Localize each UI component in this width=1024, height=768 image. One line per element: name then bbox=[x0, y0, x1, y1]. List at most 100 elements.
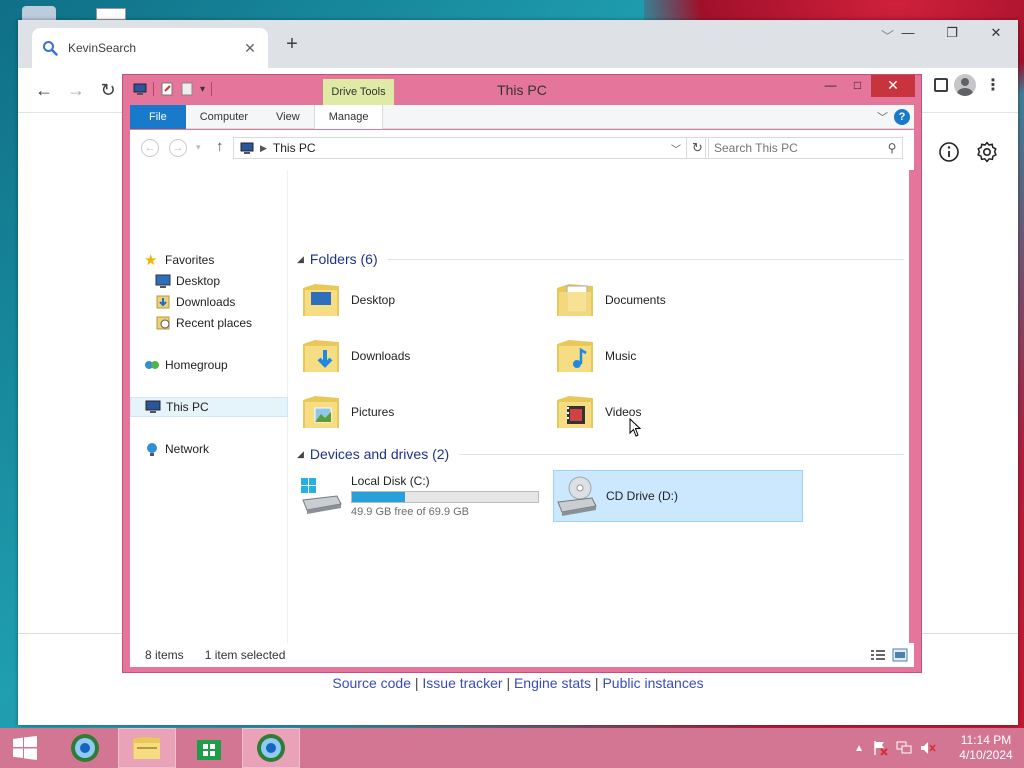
minimize-button[interactable]: — bbox=[886, 20, 930, 48]
details-view-icon[interactable] bbox=[870, 648, 886, 662]
browser-globe-icon bbox=[71, 734, 99, 762]
drive-usage-bar bbox=[351, 491, 539, 503]
explorer-minimize-button[interactable]: — bbox=[817, 75, 844, 97]
breadcrumb-arrow-icon[interactable]: ▶ bbox=[260, 143, 267, 154]
forward-arrow-icon[interactable]: → bbox=[60, 74, 92, 106]
action-center-flag-icon[interactable] bbox=[872, 740, 888, 756]
drive-free-space: 49.9 GB free of 69.9 GB bbox=[351, 506, 470, 518]
tab-close-icon[interactable]: ✕ bbox=[242, 40, 258, 57]
expand-ribbon-chevron-icon[interactable]: ﹀ bbox=[877, 109, 888, 125]
nav-item-this-pc[interactable]: This PC bbox=[130, 397, 288, 417]
folder-downloads[interactable]: Downloads bbox=[299, 330, 549, 382]
nav-item-desktop[interactable]: Desktop bbox=[130, 271, 288, 291]
star-icon: ★ bbox=[144, 252, 158, 269]
nav-item-favorites[interactable]: ★ Favorites bbox=[130, 250, 288, 270]
folder-desktop[interactable]: Desktop bbox=[299, 274, 549, 326]
folder-pictures[interactable]: Pictures bbox=[299, 386, 549, 438]
nav-item-homegroup[interactable]: Homegroup bbox=[130, 355, 288, 375]
desktop-folder-icon bbox=[303, 284, 339, 316]
help-icon[interactable]: ? bbox=[894, 108, 910, 125]
folders-group-header[interactable]: ◢ Folders (6) bbox=[288, 249, 904, 269]
tab-file[interactable]: File bbox=[130, 104, 186, 129]
tab-computer[interactable]: Computer bbox=[186, 105, 262, 129]
content-pane: ◢ Folders (6) Desktop Documents Download… bbox=[288, 170, 909, 643]
footer-link-public-instances[interactable]: Public instances bbox=[602, 675, 703, 691]
large-icons-view-icon[interactable] bbox=[892, 648, 908, 662]
explorer-close-button[interactable]: ✕ bbox=[871, 75, 915, 97]
nav-label: Desktop bbox=[176, 274, 221, 288]
clock-time: 11:14 PM bbox=[960, 733, 1012, 747]
folder-music[interactable]: Music bbox=[553, 330, 803, 382]
windows-logo-icon bbox=[13, 736, 37, 760]
browser-globe-icon bbox=[257, 734, 285, 762]
show-hidden-icons-chevron-icon[interactable]: ▲ bbox=[854, 743, 864, 754]
footer-link-issue-tracker[interactable]: Issue tracker bbox=[422, 675, 502, 691]
taskbar-store-app[interactable] bbox=[180, 728, 238, 768]
footer-separator: | bbox=[414, 675, 419, 691]
reload-icon[interactable]: ↻ bbox=[92, 74, 124, 106]
back-arrow-icon[interactable]: ← bbox=[28, 74, 60, 106]
nav-item-recent-places[interactable]: Recent places bbox=[130, 313, 288, 333]
taskbar-clock[interactable]: 11:14 PM 4/10/2024 bbox=[956, 733, 1016, 763]
status-selection: 1 item selected bbox=[204, 648, 286, 662]
folder-videos[interactable]: Videos bbox=[553, 386, 803, 438]
browser-tab[interactable]: KevinSearch ✕ bbox=[32, 28, 268, 68]
navigation-pane: ★ Favorites Desktop Downloads Recent pla… bbox=[130, 170, 288, 643]
desktop-file-icon[interactable] bbox=[96, 8, 126, 20]
explorer-maximize-button[interactable]: □ bbox=[844, 75, 871, 97]
desktop-icon bbox=[155, 274, 171, 288]
back-button[interactable]: ← bbox=[141, 139, 159, 157]
footer-links: Source code | Issue tracker | Engine sta… bbox=[18, 675, 1018, 691]
new-tab-button[interactable]: + bbox=[280, 33, 304, 56]
search-input[interactable] bbox=[714, 141, 882, 155]
collapse-triangle-icon[interactable]: ◢ bbox=[297, 254, 304, 265]
profile-avatar[interactable] bbox=[954, 74, 976, 96]
up-arrow-icon[interactable]: ↑ bbox=[216, 138, 224, 155]
maximize-button[interactable]: ❐ bbox=[930, 20, 974, 48]
forward-button[interactable]: → bbox=[169, 139, 187, 157]
recycle-bin-icon[interactable] bbox=[22, 6, 56, 20]
folder-documents[interactable]: Documents bbox=[553, 274, 803, 326]
address-bar[interactable]: ▶ This PC ﹀ bbox=[233, 137, 687, 159]
devices-group-header[interactable]: ◢ Devices and drives (2) bbox=[288, 444, 904, 464]
store-bag-icon bbox=[197, 740, 221, 760]
footer-link-engine-stats[interactable]: Engine stats bbox=[514, 675, 591, 691]
nav-item-network[interactable]: Network bbox=[130, 439, 288, 459]
volume-muted-icon[interactable] bbox=[920, 740, 936, 756]
file-explorer-window: ▾ Drive Tools This PC — □ ✕ File Compute… bbox=[122, 74, 922, 673]
footer-link-source-code[interactable]: Source code bbox=[332, 675, 411, 691]
address-bar-row: ← → ▾ ↑ ▶ This PC ﹀ ↻ ⚲ bbox=[130, 130, 914, 170]
drive-local-disk-c[interactable]: Local Disk (C:) 49.9 GB free of 69.9 GB bbox=[299, 470, 549, 522]
drive-cd-d[interactable]: CD Drive (D:) bbox=[553, 470, 803, 522]
nav-label: Downloads bbox=[176, 295, 236, 309]
info-icon[interactable] bbox=[938, 141, 960, 163]
settings-gear-icon[interactable] bbox=[976, 141, 998, 163]
taskbar-browser-app[interactable] bbox=[56, 728, 114, 768]
this-pc-icon bbox=[240, 142, 254, 154]
folder-name: Videos bbox=[605, 405, 642, 419]
taskbar-browser-app-active[interactable] bbox=[242, 728, 300, 768]
recent-locations-chevron-icon[interactable]: ▾ bbox=[196, 142, 201, 153]
network-status-icon[interactable] bbox=[896, 740, 912, 756]
magnifier-icon[interactable]: ⚲ bbox=[882, 141, 902, 155]
tab-manage[interactable]: Manage bbox=[313, 104, 384, 129]
footer-separator: | bbox=[506, 675, 511, 691]
nav-label: Favorites bbox=[165, 253, 215, 267]
mouse-cursor-icon bbox=[629, 418, 642, 437]
cd-drive-icon bbox=[557, 476, 597, 516]
drive-name: Local Disk (C:) bbox=[351, 474, 430, 488]
close-button[interactable]: ✕ bbox=[974, 20, 1018, 48]
menu-kebab-icon[interactable]: ⋮ bbox=[982, 75, 1004, 95]
explorer-window-controls: — □ ✕ bbox=[817, 75, 915, 97]
collapse-triangle-icon[interactable]: ◢ bbox=[297, 449, 304, 460]
footer-separator: | bbox=[594, 675, 599, 691]
address-dropdown-chevron-icon[interactable]: ﹀ bbox=[666, 141, 686, 156]
nav-item-downloads[interactable]: Downloads bbox=[130, 292, 288, 312]
tab-view[interactable]: View bbox=[262, 105, 314, 129]
taskbar-file-explorer-app[interactable] bbox=[118, 728, 176, 768]
status-item-count: 8 items bbox=[145, 648, 184, 662]
folder-name: Documents bbox=[605, 293, 666, 307]
start-button[interactable] bbox=[0, 728, 50, 768]
system-tray: ▲ 11:14 PM 4/10/2024 bbox=[854, 733, 1016, 763]
extensions-icon[interactable] bbox=[934, 78, 948, 92]
